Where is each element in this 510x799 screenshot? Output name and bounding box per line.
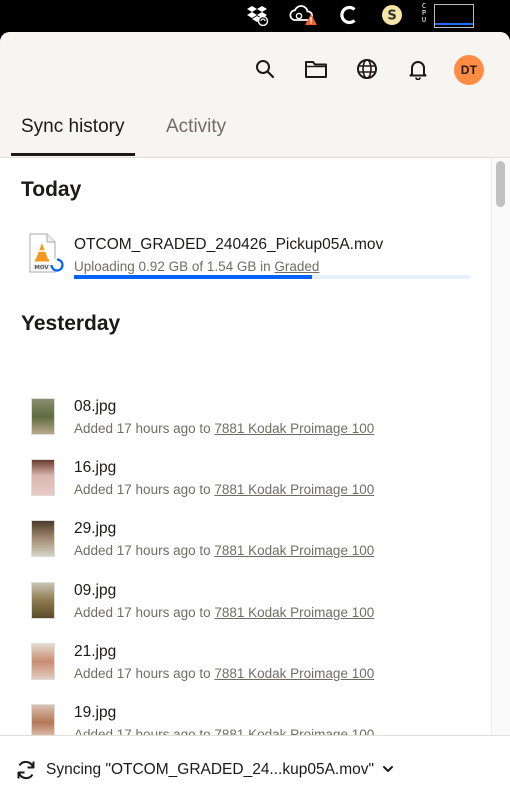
upload-status: Uploading 0.92 GB of 1.54 GB in Graded: [74, 259, 319, 274]
bell-icon[interactable]: [403, 54, 433, 84]
upload-filename: OTCOM_GRADED_240426_Pickup05A.mov: [74, 236, 384, 253]
item-meta: Added 17 hours ago to 7881 Kodak Proimag…: [74, 543, 374, 558]
sync-status-label: Syncing "OTCOM_GRADED_24...kup05A.mov": [46, 761, 375, 779]
list-item[interactable]: 19.jpg Added 17 hours ago to 7881 Kodak P…: [0, 694, 490, 736]
tab-activity[interactable]: Activity: [166, 116, 226, 138]
avatar[interactable]: DT: [454, 55, 484, 85]
upload-item[interactable]: MOV OTCOM_GRADED_240426_Pickup05A.mov Up…: [0, 228, 490, 288]
list-item[interactable]: 09.jpg Added 17 hours ago to 7881 Kodak P…: [0, 572, 490, 632]
globe-icon[interactable]: [352, 54, 382, 84]
list-item[interactable]: 16.jpg Added 17 hours ago to 7881 Kodak P…: [0, 449, 490, 509]
mov-file-icon: MOV: [28, 233, 64, 275]
image-thumbnail: [31, 520, 55, 558]
upload-folder-link[interactable]: Graded: [274, 259, 319, 274]
item-meta-text: Added 17 hours ago to: [74, 482, 215, 498]
dropbox-icon[interactable]: [244, 4, 270, 26]
item-folder-link[interactable]: 7881 Kodak Proimage 100: [214, 421, 374, 436]
folder-icon[interactable]: [301, 54, 331, 84]
sync-status-text: Syncing "OTCOM_GRADED_24...kup05A.mov": [46, 761, 394, 779]
item-meta-text: Added 17 hours ago to: [74, 543, 215, 559]
sync-history-list: Today MOV OTCOM_GRADED_240426_Pickup05A.…: [0, 158, 490, 736]
creative-cloud-icon[interactable]: [288, 4, 318, 26]
image-thumbnail: [31, 459, 55, 497]
item-meta-text: Added 17 hours ago to: [74, 604, 215, 620]
cpu-label: C P U: [421, 2, 427, 24]
item-filename: 09.jpg: [74, 581, 117, 599]
upload-progress-fill: [74, 275, 312, 279]
list-item[interactable]: 21.jpg Added 17 hours ago to 7881 Kodak P…: [0, 633, 490, 693]
item-filename: 19.jpg: [74, 704, 117, 721]
section-title-today: Today: [21, 178, 82, 201]
item-folder-link[interactable]: 7881 Kodak Proimage 100: [214, 666, 374, 681]
item-filename: 29.jpg: [74, 520, 117, 538]
item-filename: 16.jpg: [74, 459, 117, 477]
panel-header: DT Sync history Activity: [0, 32, 510, 158]
c-app-icon[interactable]: [338, 4, 360, 26]
list-item[interactable]: 08.jpg Added 17 hours ago to 7881 Kodak P…: [0, 388, 490, 448]
section-title-yesterday: Yesterday: [21, 312, 121, 335]
image-thumbnail: [31, 581, 55, 619]
item-meta: Added 17 hours ago to 7881 Kodak Proimag…: [74, 666, 374, 681]
item-meta: Added 17 hours ago to 7881 Kodak Proimag…: [74, 421, 374, 436]
s-app-icon[interactable]: S: [381, 4, 403, 26]
menu-bar: S C P U: [0, 0, 510, 32]
sync-status-footer[interactable]: Syncing "OTCOM_GRADED_24...kup05A.mov": [0, 735, 510, 799]
sync-icon: [14, 758, 38, 782]
upload-progress-bar: [74, 275, 470, 279]
item-meta-text: Added 17 hours ago to: [74, 421, 215, 436]
tab-sync-history[interactable]: Sync history: [21, 116, 124, 138]
sync-panel: DT Sync history Activity Today MOV OTCOM…: [0, 32, 510, 799]
chevron-down-icon[interactable]: [382, 761, 394, 779]
item-meta: Added 17 hours ago to 7881 Kodak Proimag…: [74, 482, 374, 497]
scrollbar-track[interactable]: [491, 158, 510, 736]
item-meta: Added 17 hours ago to 7881 Kodak Proimag…: [74, 605, 374, 620]
item-meta-text: Added 17 hours ago to: [74, 665, 215, 681]
upload-status-text: Uploading 0.92 GB of 1.54 GB in: [74, 259, 275, 274]
scrollbar-thumb[interactable]: [496, 161, 505, 207]
search-icon[interactable]: [250, 54, 280, 84]
active-tab-indicator: [11, 153, 135, 156]
list-item[interactable]: 29.jpg Added 17 hours ago to 7881 Kodak P…: [0, 510, 490, 570]
item-folder-link[interactable]: 7881 Kodak Proimage 100: [214, 605, 374, 620]
image-thumbnail: [31, 398, 55, 435]
cpu-graph[interactable]: [434, 4, 474, 28]
item-folder-link[interactable]: 7881 Kodak Proimage 100: [214, 543, 374, 558]
file-type-badge: MOV: [34, 265, 49, 271]
image-thumbnail: [31, 704, 55, 736]
item-folder-link[interactable]: 7881 Kodak Proimage 100: [214, 482, 374, 497]
item-filename: 21.jpg: [74, 642, 117, 660]
item-filename: 08.jpg: [74, 398, 117, 415]
image-thumbnail: [31, 642, 55, 680]
svg-text:S: S: [387, 9, 396, 24]
